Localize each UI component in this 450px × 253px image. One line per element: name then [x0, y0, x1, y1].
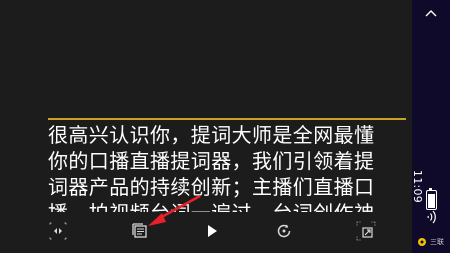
script-line: 词器产品的持续创新；主播们直播口	[48, 175, 375, 199]
battery-icon	[426, 188, 437, 210]
watermark-logo: 三联	[416, 232, 450, 252]
reading-guide-line	[48, 118, 406, 120]
mirror-flip-icon[interactable]	[47, 220, 69, 242]
wifi-icon	[427, 210, 436, 224]
teleprompter-toolbar	[0, 212, 412, 253]
resize-icon[interactable]	[355, 220, 377, 242]
teleprompter-script: 很高兴认识你，提词大师是全网最懂 你的口播直播提词器，我们引领着提 词器产品的持…	[48, 122, 406, 214]
play-icon[interactable]	[201, 220, 223, 242]
rotate-icon[interactable]	[273, 220, 295, 242]
system-side-bar: 11:09	[411, 0, 450, 253]
watermark-text: 三联	[430, 238, 444, 246]
chevron-up-icon[interactable]	[420, 2, 442, 24]
script-line: 很高兴认识你，提词大师是全网最懂	[48, 123, 375, 147]
teleprompter-stage: 很高兴认识你，提词大师是全网最懂 你的口播直播提词器，我们引领着提 词器产品的持…	[0, 0, 412, 253]
gear-icon	[418, 238, 426, 246]
status-indicators: 11:09	[411, 120, 441, 230]
script-line: 你的口播直播提词器，我们引领着提	[48, 149, 375, 173]
clock-time: 11:09	[411, 169, 425, 204]
script-list-icon[interactable]	[129, 220, 151, 242]
battery-level	[428, 193, 435, 208]
